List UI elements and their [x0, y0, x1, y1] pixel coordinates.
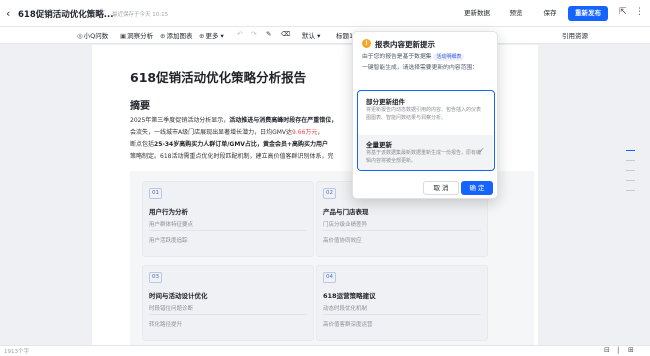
- option-title: 部分更新组件: [366, 98, 405, 106]
- toc-card[interactable]: 01 用户行为分析 用户群体特征要点 用户活跃度追踪: [142, 181, 314, 257]
- zoom-slider-icon[interactable]: |: [617, 346, 619, 354]
- style-value: 默认: [302, 32, 315, 40]
- card-item: 门店分级业绩差异: [323, 222, 368, 228]
- app-header: ‹ 618促销活动优化策略... ☆ 最近保存于今天 10:15 更新数据 预览…: [0, 0, 650, 27]
- more-circle-icon: ⊕: [199, 32, 205, 40]
- card-number: 02: [323, 188, 336, 199]
- report-title: 618促销活动优化策略分析报告: [130, 70, 307, 85]
- card-item: 时段错位问题诊断: [149, 306, 194, 312]
- save-button[interactable]: 保存: [537, 6, 563, 21]
- card-title: 用户行为分析: [149, 208, 188, 216]
- summary-emphasis: 25-34岁高购买力人群订单/GMV占比: [154, 141, 257, 148]
- cancel-button[interactable]: 取 消: [423, 181, 459, 195]
- card-title: 618运营策略建议: [323, 292, 376, 300]
- option-description: 将基于该数据集最新数据重新生成一份报告，原有编辑内容将被全部更新。: [366, 150, 482, 164]
- toc-card[interactable]: 03 时间与活动设计优化 时段错位问题诊断 转化路径提升: [142, 265, 314, 341]
- chat-icon: ◎: [77, 32, 83, 40]
- card-number: 04: [323, 272, 336, 283]
- outline-marker[interactable]: [626, 150, 635, 151]
- outline-marker[interactable]: [626, 160, 635, 161]
- option-title: 全量更新: [366, 141, 392, 149]
- outline-marker[interactable]: [626, 170, 635, 171]
- preview-button[interactable]: 预览: [503, 6, 529, 21]
- insight-label: 洞察分析: [127, 32, 154, 40]
- style-select[interactable]: 默认 ▾: [302, 30, 320, 40]
- ask-data-label: 小Q问数: [83, 32, 109, 40]
- card-number: 03: [149, 272, 162, 283]
- republish-button[interactable]: 重新发布: [568, 6, 608, 21]
- card-item: 转化路径提升: [149, 322, 183, 328]
- card-title: 时间与活动设计优化: [149, 292, 208, 300]
- option-partial-update[interactable]: 部分更新组件 将更新报告内动态数据引用的内容、包含插入的仪表图图表、智能问数结果…: [358, 91, 493, 135]
- word-count: 1913个字: [4, 349, 29, 355]
- insight-icon: ▣: [120, 32, 127, 40]
- format-painter-icon[interactable]: ✎: [266, 30, 271, 38]
- dialog-text: 由于您的报告是基于数据集: [362, 54, 432, 60]
- option-description: 将更新报告内动态数据引用的内容、包含插入的仪表图图表、智能问数结果与洞察分析。: [366, 107, 482, 121]
- card-item: 高价值协同效应: [323, 238, 362, 244]
- star-icon[interactable]: ☆: [98, 7, 106, 17]
- toc-card[interactable]: 04 618运营策略建议 动态时段优化机制 高价值客群深度运营: [316, 265, 488, 341]
- card-item: 用户活跃度追踪: [149, 238, 188, 244]
- back-icon[interactable]: ‹: [6, 7, 10, 20]
- outline-nav: [626, 150, 635, 200]
- update-content-dialog: ! 报表内容更新提示 由于您的报告是基于数据集 活动明细表 一键智能生成，请选择…: [352, 31, 498, 199]
- confirm-button[interactable]: 确 定: [461, 181, 493, 195]
- add-chart-label: 添加图表: [166, 32, 193, 40]
- ask-data-button[interactable]: ◎小Q问数: [77, 30, 108, 40]
- more-button[interactable]: ⊕更多 ▾: [199, 30, 224, 40]
- summary-text: 2025年第三季度促销活动分析显示，: [130, 117, 230, 124]
- warning-icon: !: [362, 39, 371, 48]
- undo-icon[interactable]: ↶: [237, 30, 242, 38]
- heading-select[interactable]: 标题1: [336, 30, 353, 40]
- summary-heading: 摘要: [130, 101, 150, 112]
- gmv-value: 9.66万元: [292, 129, 318, 136]
- card-divider: [323, 230, 481, 231]
- option-full-update[interactable]: 全量更新 将基于该数据集最新数据重新生成一份报告，原有编辑内容将被全部更新。 ✓: [358, 135, 493, 170]
- summary-text: 断点包括: [130, 141, 155, 148]
- redo-icon[interactable]: ↷: [251, 30, 256, 38]
- save-status: 最近保存于今天 10:15: [112, 12, 169, 18]
- more-label: 更多: [205, 32, 219, 40]
- dialog-text: 一键智能生成，请选择需要更新的内容范围：: [362, 65, 478, 71]
- zoom-out-icon[interactable]: ⊟: [604, 346, 610, 354]
- card-divider: [149, 314, 307, 315]
- dialog-title: 报表内容更新提示: [375, 40, 435, 49]
- outline-marker[interactable]: [626, 190, 635, 191]
- add-icon: ⊕: [160, 32, 166, 40]
- status-bar: 1913个字 ⊟ | ⊞: [0, 345, 650, 356]
- share-icon[interactable]: ⇱: [619, 7, 627, 17]
- card-title: 产品与门店表现: [323, 208, 369, 216]
- update-options: 部分更新组件 将更新报告内动态数据引用的内容、包含插入的仪表图图表、智能问数结果…: [357, 90, 495, 171]
- summary-text: 会流失，一线城市A级门店展现出显著增长潜力，日均GMV达: [130, 129, 293, 136]
- insight-button[interactable]: ▣洞察分析: [120, 30, 153, 40]
- cite-resource-button[interactable]: 引用资源: [562, 30, 588, 40]
- outline-marker[interactable]: [626, 180, 635, 181]
- zoom-in-icon[interactable]: ⊞: [628, 346, 634, 354]
- editor-toolbar: ◎小Q问数 ▣洞察分析 ⊕添加图表 ⊕更多 ▾ ↶ ↷ ✎ ⌫ 默认 ▾ 标题1…: [0, 27, 650, 44]
- more-icon[interactable]: ⋮: [635, 7, 644, 17]
- card-divider: [323, 314, 481, 315]
- card-divider: [149, 230, 307, 231]
- dialog-description: 由于您的报告是基于数据集 活动明细表 一键智能生成，请选择需要更新的内容范围：: [362, 52, 494, 74]
- summary-text: ，: [317, 129, 324, 136]
- card-number: 01: [149, 188, 162, 199]
- update-data-button[interactable]: 更新数据: [459, 6, 495, 21]
- eraser-icon[interactable]: ⌫: [281, 30, 290, 38]
- summary-emphasis: ，黄金会员+高购买力用户: [256, 141, 328, 148]
- dataset-tag: 活动明细表: [433, 53, 465, 61]
- check-icon: ✓: [478, 146, 485, 155]
- summary-emphasis: 活动推进与消费高峰时段存在严重错位，: [229, 117, 338, 124]
- card-item: 用户群体特征要点: [149, 222, 194, 228]
- card-item: 动态时段优化机制: [323, 306, 368, 312]
- heading-value: 标题1: [336, 32, 354, 40]
- add-chart-button[interactable]: ⊕添加图表: [160, 30, 192, 40]
- card-item: 高价值客群深度运营: [323, 322, 373, 328]
